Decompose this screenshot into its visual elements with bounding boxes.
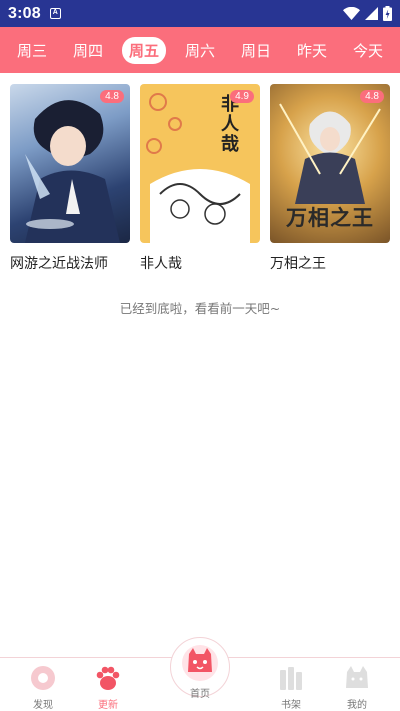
discover-icon (31, 666, 55, 690)
nav-mine[interactable]: 我的 (331, 664, 383, 711)
nav-update[interactable]: 更新 (82, 664, 134, 711)
comic-cover[interactable]: 非人哉 4.9 (140, 84, 260, 243)
rating-badge: 4.8 (360, 90, 384, 103)
end-of-list-message: 已经到底啦，看看前一天吧~ (119, 301, 281, 316)
nav-mine-label: 我的 (347, 700, 367, 711)
nav-discover[interactable]: 发现 (17, 664, 69, 711)
nav-discover-label: 发现 (33, 700, 53, 711)
comic-cover[interactable]: 4.8 (10, 84, 130, 243)
status-time: 3:08 (8, 4, 41, 22)
wifi-icon (343, 7, 360, 20)
rating-badge: 4.8 (100, 90, 124, 103)
nav-bookshelf[interactable]: 书架 (265, 664, 317, 711)
comic-cover[interactable]: 万相之王 4.8 (270, 84, 390, 243)
bookshelf-icon (280, 667, 302, 690)
comic-card[interactable]: 非人哉 4.9 非人哉 (140, 84, 260, 273)
signal-icon (365, 7, 378, 20)
tab-wednesday[interactable]: 周三 (10, 37, 54, 64)
comic-card[interactable]: 万相之王 4.8 万相之王 (270, 84, 390, 273)
tab-thursday[interactable]: 周四 (66, 37, 110, 64)
tab-today[interactable]: 今天 (346, 37, 390, 64)
comic-grid: 4.8 网游之近战法师 非人哉 4.9 非人哉 万相之王 4.8 万相之王 (0, 73, 400, 273)
cover-illustration (146, 93, 250, 243)
comic-title[interactable]: 非人哉 (140, 253, 260, 273)
comic-title[interactable]: 网游之近战法师 (10, 253, 130, 273)
battery-icon (383, 6, 392, 21)
cover-title-text: 万相之王 (286, 206, 374, 230)
cover-title-text: 非人哉 (218, 94, 239, 154)
nav-update-label: 更新 (98, 700, 118, 711)
nav-home-label: 首页 (190, 689, 210, 700)
comic-card[interactable]: 4.8 网游之近战法师 (10, 84, 130, 273)
cat-profile-icon (346, 666, 368, 688)
tab-sunday[interactable]: 周日 (234, 37, 278, 64)
day-tabs: 周三 周四 周五 周六 周日 昨天 今天 (0, 27, 400, 73)
notification-icon: A (49, 8, 61, 19)
tab-saturday[interactable]: 周六 (178, 37, 222, 64)
rating-badge: 4.9 (230, 90, 254, 103)
status-bar: 3:08 A (0, 0, 400, 27)
cover-illustration (25, 100, 120, 243)
tab-friday[interactable]: 周五 (121, 36, 166, 64)
nav-bookshelf-label: 书架 (281, 700, 301, 711)
paw-icon (96, 666, 120, 690)
comic-title[interactable]: 万相之王 (270, 253, 390, 273)
home-cat-icon (182, 645, 218, 681)
tab-yesterday[interactable]: 昨天 (290, 37, 334, 64)
nav-home[interactable]: 首页 (170, 640, 230, 700)
